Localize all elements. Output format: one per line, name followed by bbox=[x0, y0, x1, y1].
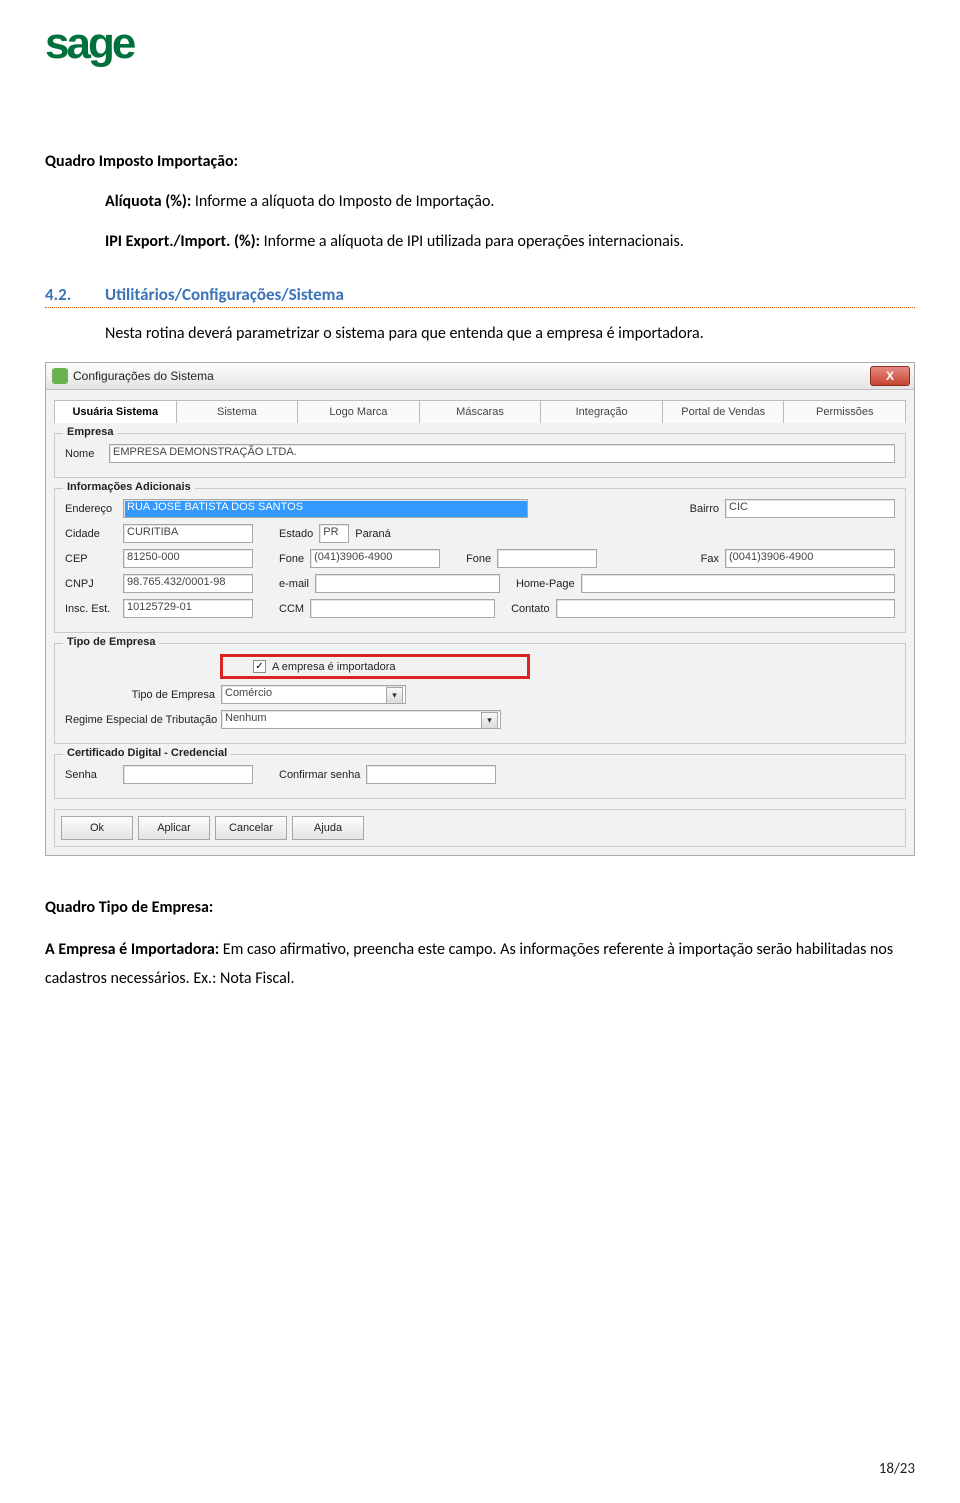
chk-importadora-label: A empresa é importadora bbox=[272, 661, 396, 673]
fieldset-certificado: Certificado Digital - Credencial Senha C… bbox=[54, 754, 906, 799]
senha-label: Senha bbox=[65, 769, 117, 781]
legend-empresa: Empresa bbox=[63, 426, 117, 438]
importadora-label: A Empresa é Importadora: bbox=[45, 940, 219, 959]
ie-field[interactable]: 10125729-01 bbox=[123, 599, 253, 618]
tab-mascaras[interactable]: Máscaras bbox=[420, 400, 542, 423]
contato-label: Contato bbox=[511, 603, 550, 615]
section-heading: 4.2.Utilitários/Configurações/Sistema bbox=[45, 284, 915, 305]
cnpj-label: CNPJ bbox=[65, 578, 117, 590]
cidade-label: Cidade bbox=[65, 528, 117, 540]
window-icon bbox=[52, 368, 68, 384]
contato-field[interactable] bbox=[556, 599, 895, 618]
section-title: Utilitários/Configurações/Sistema bbox=[105, 284, 344, 305]
estado-desc: Paraná bbox=[355, 528, 390, 540]
paragraph-aliquota: Alíquota (%): Informe a alíquota do Impo… bbox=[45, 190, 915, 214]
homepage-field[interactable] bbox=[581, 574, 895, 593]
heading-bold: Quadro Imposto Importação: bbox=[45, 152, 238, 171]
button-row: Ok Aplicar Cancelar Ajuda bbox=[54, 809, 906, 847]
page-number: 18/23 bbox=[879, 1460, 915, 1478]
ccm-field[interactable] bbox=[310, 599, 495, 618]
bairro-label: Bairro bbox=[690, 503, 719, 515]
tabs-row: Usuária Sistema Sistema Logo Marca Másca… bbox=[54, 400, 906, 423]
estado-field[interactable]: PR bbox=[319, 524, 349, 543]
fone-field[interactable]: (041)3906-4900 bbox=[310, 549, 440, 568]
heading-quadro-imposto: Quadro Imposto Importação: bbox=[45, 150, 915, 174]
checkbox-importadora[interactable]: ✓ bbox=[253, 660, 266, 673]
rotina-text: Nesta rotina deverá parametrizar o siste… bbox=[105, 324, 704, 343]
confirm-senha-label: Confirmar senha bbox=[279, 769, 360, 781]
heading-quadro-tipo: Quadro Tipo de Empresa: bbox=[45, 896, 915, 920]
highlight-importadora: ✓ A empresa é importadora bbox=[220, 654, 530, 679]
tab-integracao[interactable]: Integração bbox=[541, 400, 663, 423]
cnpj-field[interactable]: 98.765.432/0001-98 bbox=[123, 574, 253, 593]
config-window: Configurações do Sistema X Usuária Siste… bbox=[45, 362, 915, 856]
ie-label: Insc. Est. bbox=[65, 603, 117, 615]
fieldset-info-adicionais: Informações Adicionais Endereço RUA JOSÉ… bbox=[54, 488, 906, 633]
cep-label: CEP bbox=[65, 553, 117, 565]
paragraph-ipi: IPI Export./Import. (%): Informe a alíqu… bbox=[45, 230, 915, 254]
tipo-empresa-label: Tipo de Empresa bbox=[65, 689, 215, 701]
senha-field[interactable] bbox=[123, 765, 253, 784]
fieldset-empresa: Empresa Nome EMPRESA DEMONSTRAÇÃO LTDA. bbox=[54, 433, 906, 478]
quadro-tipo-bold: Quadro Tipo de Empresa: bbox=[45, 898, 213, 917]
cidade-field[interactable]: CURITIBA bbox=[123, 524, 253, 543]
homepage-label: Home-Page bbox=[516, 578, 575, 590]
fax-field[interactable]: (0041)3906-4900 bbox=[725, 549, 895, 568]
cancelar-button[interactable]: Cancelar bbox=[215, 816, 287, 840]
ccm-label: CCM bbox=[279, 603, 304, 615]
paragraph-rotina: Nesta rotina deverá parametrizar o siste… bbox=[45, 322, 915, 346]
estado-label: Estado bbox=[279, 528, 313, 540]
email-field[interactable] bbox=[315, 574, 500, 593]
ajuda-button[interactable]: Ajuda bbox=[292, 816, 364, 840]
regime-label: Regime Especial de Tributação bbox=[65, 714, 215, 726]
dotted-divider bbox=[45, 307, 915, 308]
legend-cert: Certificado Digital - Credencial bbox=[63, 747, 231, 759]
endereco-label: Endereço bbox=[65, 503, 117, 515]
tipo-empresa-combo[interactable]: Comércio bbox=[221, 685, 406, 704]
legend-info: Informações Adicionais bbox=[63, 481, 195, 493]
aplicar-button[interactable]: Aplicar bbox=[138, 816, 210, 840]
close-icon[interactable]: X bbox=[870, 366, 910, 386]
confirm-senha-field[interactable] bbox=[366, 765, 496, 784]
fax-label: Fax bbox=[701, 553, 719, 565]
legend-tipo: Tipo de Empresa bbox=[63, 636, 159, 648]
endereco-field[interactable]: RUA JOSÉ BATISTA DOS SANTOS bbox=[123, 499, 528, 518]
tab-sistema[interactable]: Sistema bbox=[177, 400, 299, 423]
nome-field[interactable]: EMPRESA DEMONSTRAÇÃO LTDA. bbox=[109, 444, 895, 463]
tab-usuaria-sistema[interactable]: Usuária Sistema bbox=[54, 400, 177, 423]
cep-field[interactable]: 81250-000 bbox=[123, 549, 253, 568]
window-title: Configurações do Sistema bbox=[73, 369, 214, 383]
ok-button[interactable]: Ok bbox=[61, 816, 133, 840]
section-number: 4.2. bbox=[45, 284, 105, 305]
tab-logo-marca[interactable]: Logo Marca bbox=[298, 400, 420, 423]
aliquota-label: Alíquota (%): bbox=[105, 192, 191, 211]
sage-logo: sage bbox=[45, 20, 915, 70]
aliquota-text: Informe a alíquota do Imposto de Importa… bbox=[191, 192, 494, 211]
email-label: e-mail bbox=[279, 578, 309, 590]
regime-combo[interactable]: Nenhum bbox=[221, 710, 501, 729]
bairro-field[interactable]: CIC bbox=[725, 499, 895, 518]
tab-permissoes[interactable]: Permissões bbox=[784, 400, 906, 423]
ipi-label: IPI Export./Import. (%): bbox=[105, 232, 260, 251]
fone-label: Fone bbox=[279, 553, 304, 565]
fone2-label: Fone bbox=[466, 553, 491, 565]
tab-portal-vendas[interactable]: Portal de Vendas bbox=[663, 400, 785, 423]
paragraph-importadora: A Empresa é Importadora: Em caso afirmat… bbox=[45, 936, 915, 994]
svg-text:sage: sage bbox=[45, 20, 135, 68]
fone2-field[interactable] bbox=[497, 549, 597, 568]
titlebar: Configurações do Sistema X bbox=[46, 363, 914, 390]
nome-label: Nome bbox=[65, 448, 103, 460]
sage-logo-svg: sage bbox=[45, 20, 165, 70]
ipi-text: Informe a alíquota de IPI utilizada para… bbox=[260, 232, 684, 251]
fieldset-tipo-empresa: Tipo de Empresa ✓ A empresa é importador… bbox=[54, 643, 906, 744]
